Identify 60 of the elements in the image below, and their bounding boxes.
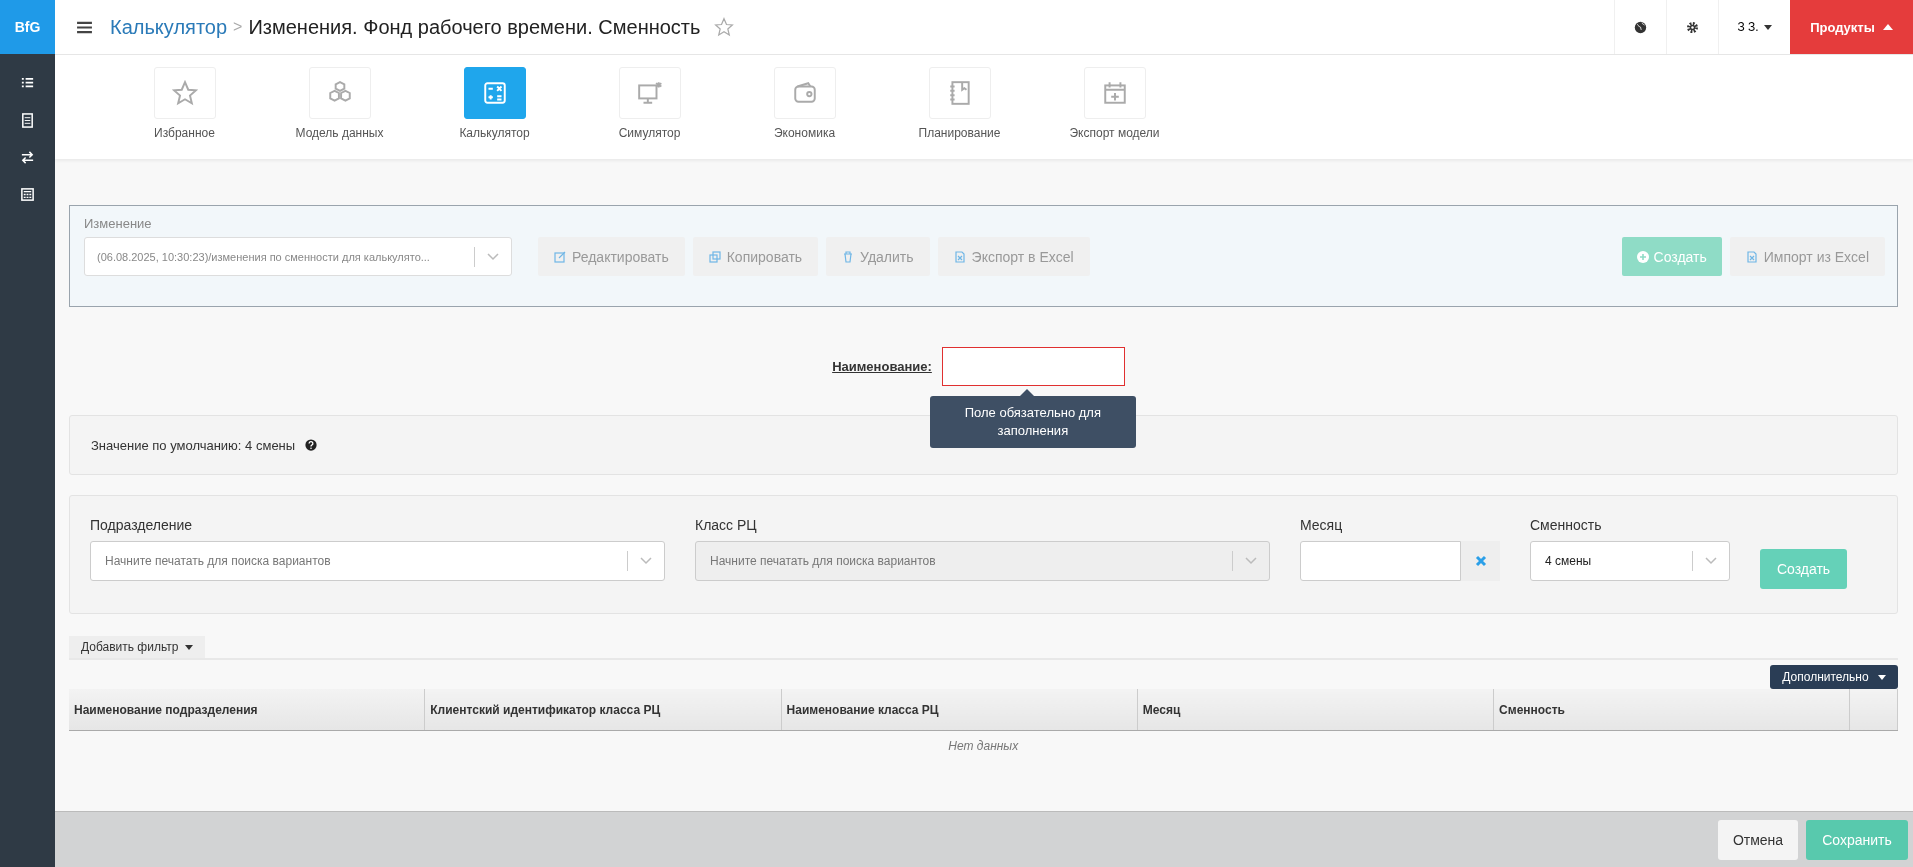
column-header[interactable]: Месяц (1137, 689, 1494, 731)
cancel-button[interactable]: Отмена (1718, 819, 1798, 860)
department-select[interactable]: Начните печатать для поиска вариантов (90, 541, 665, 581)
close-icon (1474, 555, 1487, 567)
products-button[interactable]: Продукты (1790, 0, 1913, 54)
chevron-down-icon (1245, 557, 1257, 565)
wallet-icon (791, 80, 818, 106)
monitor-icon (636, 80, 663, 106)
caret-icon (1878, 675, 1886, 681)
calendar-plus-icon (1101, 80, 1128, 106)
column-header[interactable]: Наименование подразделения (69, 689, 425, 731)
add-filter-button[interactable]: Добавить фильтр (69, 636, 205, 658)
default-value-text: Значение по умолчанию: 4 смены (91, 437, 296, 453)
spreadsheet-icon (1745, 250, 1758, 263)
star-icon[interactable] (714, 17, 735, 37)
more-button[interactable]: Дополнительно (1770, 665, 1898, 689)
module-tab[interactable]: Избранное (107, 55, 262, 159)
month-input[interactable] (1300, 541, 1461, 581)
field-label: Подразделение (90, 517, 194, 533)
chevron-down-icon (640, 557, 652, 565)
module-tab[interactable]: Калькулятор (417, 55, 572, 159)
column-header[interactable]: Наименование класса РЦ (781, 689, 1138, 731)
field-label: Месяц (1300, 517, 1344, 533)
change-select[interactable]: (06.08.2025, 10:30:23)/изменения по сменности для калькулято... (84, 237, 512, 276)
swap-arrows-icon[interactable] (20, 150, 35, 165)
breadcrumb-separator: > (233, 18, 243, 36)
name-input[interactable] (941, 347, 1125, 386)
star-icon (171, 80, 198, 106)
chevron-down-icon (487, 252, 499, 261)
calculator-icon (481, 80, 508, 106)
module-tab[interactable]: Экономика (727, 55, 882, 159)
name-label: Наименование: (832, 359, 932, 374)
plus-circle-icon (1636, 250, 1649, 263)
spreadsheet-icon (953, 250, 966, 263)
menu-icon[interactable] (77, 20, 92, 34)
copy-icon (708, 250, 721, 263)
module-tab[interactable]: Планирование (882, 55, 1037, 159)
pencil-icon (554, 250, 566, 263)
trash-icon (842, 250, 855, 263)
page-title: Изменения. Фонд рабочего времени. Сменность (248, 15, 701, 39)
globe-icon (1634, 20, 1647, 34)
field-label: Класс РЦ (695, 517, 758, 533)
module-tab[interactable]: Симулятор (572, 55, 727, 159)
shift-select[interactable]: 4 смены (1530, 541, 1730, 581)
caret-icon (1763, 24, 1772, 30)
field-label: Изменение (84, 216, 153, 231)
module-tab[interactable]: Экспорт модели (1037, 55, 1192, 159)
field-label: Сменность (1530, 517, 1603, 533)
chevron-down-icon (1705, 557, 1717, 565)
calculator-icon[interactable] (20, 187, 35, 202)
validation-tooltip: Поле обязательно для заполнения (929, 396, 1136, 448)
help-icon[interactable] (305, 439, 318, 451)
document-icon[interactable] (20, 113, 35, 128)
caret-icon (184, 645, 193, 651)
breadcrumb-link[interactable]: Калькулятор (110, 15, 228, 39)
empty-message: Нет данных (948, 739, 1019, 753)
column-header[interactable]: Сменность (1493, 689, 1850, 731)
gear-icon (1686, 20, 1699, 34)
module-tab[interactable]: Модель данных (262, 55, 417, 159)
column-header[interactable]: Клиентский идентификатор класса РЦ (424, 689, 782, 731)
